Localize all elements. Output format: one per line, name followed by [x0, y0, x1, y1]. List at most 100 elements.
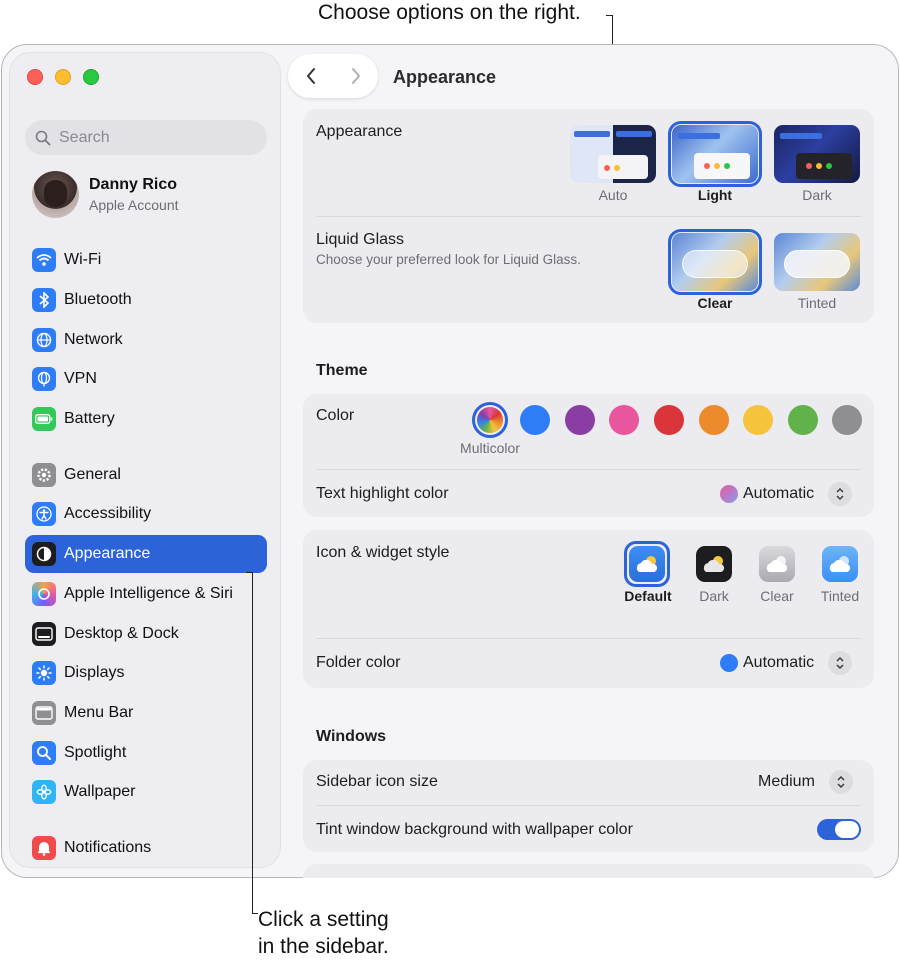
- swatch-yellow[interactable]: [743, 405, 773, 435]
- sidebar-item-menu-bar[interactable]: Menu Bar: [25, 694, 267, 732]
- divider: [316, 469, 861, 470]
- account-name: Danny Rico: [89, 176, 178, 193]
- sidebar-item-label: Wallpaper: [64, 783, 136, 800]
- sidebar-item-battery[interactable]: Battery: [25, 400, 267, 438]
- sidebar-item-label: Accessibility: [64, 505, 152, 522]
- swatch-orange[interactable]: [699, 405, 729, 435]
- text-highlight-value: Automatic: [743, 485, 815, 502]
- gear-icon: [32, 463, 56, 487]
- wifi-icon: [32, 248, 56, 272]
- battery-icon: [32, 407, 56, 431]
- sidebar-icon-size-value: Medium: [758, 773, 815, 790]
- sidebar-item-vpn[interactable]: VPN: [25, 360, 267, 398]
- windows-heading: Windows: [316, 728, 387, 745]
- sun-icon: [32, 661, 56, 685]
- appearance-light-thumb[interactable]: [668, 121, 762, 187]
- sidebar-item-wifi[interactable]: Wi-Fi: [25, 241, 267, 279]
- folder-color-label: Folder color: [316, 654, 401, 671]
- sidebar-item-general[interactable]: General: [25, 456, 267, 494]
- sidebar-item-label: Appearance: [64, 545, 151, 562]
- search-placeholder: Search: [59, 128, 110, 146]
- folder-color-value: Automatic: [743, 654, 815, 671]
- leader-line-bottom: [252, 572, 253, 914]
- tint-window-label: Tint window background with wallpaper co…: [316, 821, 633, 838]
- sidebar-item-label: General: [64, 466, 121, 483]
- sidebar-item-bluetooth[interactable]: Bluetooth: [25, 281, 267, 319]
- stepper-icon: [828, 482, 853, 506]
- forward-chevron-icon[interactable]: [350, 67, 362, 85]
- glass-clear-thumb[interactable]: [668, 229, 762, 295]
- globe-icon: [32, 328, 56, 352]
- callout-top: Choose options on the right.: [318, 1, 581, 24]
- weather-default-icon: [629, 546, 665, 582]
- appearance-light-caption: Light: [697, 187, 733, 203]
- callout-bottom-line1: Click a setting: [258, 908, 389, 931]
- sidebar-item-desktop-dock[interactable]: Desktop & Dock: [25, 615, 267, 653]
- zoom-button[interactable]: [83, 69, 99, 85]
- swatch-purple[interactable]: [565, 405, 595, 435]
- account-row[interactable]: Danny Rico Apple Account: [32, 171, 179, 218]
- sidebar-item-network[interactable]: Network: [25, 321, 267, 359]
- tint-window-toggle[interactable]: [817, 819, 861, 840]
- sidebar-item-label: Spotlight: [64, 744, 127, 761]
- divider: [316, 805, 861, 806]
- sidebar-item-appearance[interactable]: Appearance: [25, 535, 267, 573]
- sidebar-item-label: Network: [64, 331, 123, 348]
- menubar-icon: [32, 701, 56, 725]
- swatch-green[interactable]: [788, 405, 818, 435]
- sidebar: Search Danny Rico Apple Account Wi-Fi Bl…: [10, 53, 280, 867]
- accessibility-icon: [32, 502, 56, 526]
- bluetooth-icon: [32, 288, 56, 312]
- swatch-multicolor[interactable]: [472, 402, 508, 438]
- appearance-auto-caption: Auto: [598, 187, 628, 203]
- appearance-auto-thumb[interactable]: [570, 125, 656, 183]
- multicolor-wheel-icon: [477, 407, 503, 433]
- sidebar-item-apple-intelligence[interactable]: Apple Intelligence & Siri: [25, 575, 267, 613]
- search-field[interactable]: Search: [25, 120, 267, 155]
- sidebar-icon-size-label: Sidebar icon size: [316, 773, 438, 790]
- next-card-peek: [303, 864, 874, 878]
- icon-style-default[interactable]: [624, 541, 670, 587]
- liquid-glass-description: Choose your preferred look for Liquid Gl…: [316, 252, 581, 267]
- dock-icon: [32, 622, 56, 646]
- search-icon: [35, 130, 51, 145]
- sidebar-item-spotlight[interactable]: Spotlight: [25, 734, 267, 772]
- flower-icon: [32, 780, 56, 804]
- sidebar-item-label: Wi-Fi: [64, 251, 102, 268]
- sidebar-item-displays[interactable]: Displays: [25, 654, 267, 692]
- sidebar-icon-size-popup[interactable]: Medium: [758, 770, 853, 794]
- swatch-pink[interactable]: [609, 405, 639, 435]
- theme-heading: Theme: [316, 362, 368, 379]
- stepper-icon: [828, 651, 853, 675]
- appearance-icon: [32, 542, 56, 566]
- avatar: [32, 171, 79, 218]
- sidebar-item-label: VPN: [64, 370, 97, 387]
- sidebar-item-label: Notifications: [64, 839, 152, 856]
- icon-style-tinted-caption: Tinted: [820, 588, 860, 604]
- account-subtitle: Apple Account: [89, 197, 179, 213]
- swatch-red[interactable]: [654, 405, 684, 435]
- sidebar-item-label: Apple Intelligence & Siri: [64, 585, 233, 602]
- multicolor-caption: Multicolor: [460, 440, 520, 456]
- callout-bottom: Click a setting in the sidebar.: [258, 906, 389, 960]
- divider: [316, 216, 861, 217]
- color-label: Color: [316, 407, 355, 424]
- back-chevron-icon[interactable]: [305, 67, 317, 85]
- appearance-dark-thumb[interactable]: [774, 125, 860, 183]
- close-button[interactable]: [27, 69, 43, 85]
- sidebar-item-accessibility[interactable]: Accessibility: [25, 495, 267, 533]
- swatch-blue[interactable]: [520, 405, 550, 435]
- sidebar-item-label: Bluetooth: [64, 291, 132, 308]
- sidebar-item-wallpaper[interactable]: Wallpaper: [25, 773, 267, 811]
- weather-clear-icon[interactable]: [759, 546, 795, 582]
- leader-cap-top: [606, 15, 612, 16]
- sidebar-item-notifications[interactable]: Notifications: [25, 829, 267, 867]
- folder-color-popup[interactable]: Automatic: [720, 651, 853, 675]
- glass-tinted-thumb[interactable]: [774, 233, 860, 291]
- swatch-graphite[interactable]: [832, 405, 862, 435]
- bell-icon: [32, 836, 56, 860]
- weather-dark-icon[interactable]: [696, 546, 732, 582]
- text-highlight-popup[interactable]: Automatic: [720, 482, 853, 506]
- weather-tinted-icon[interactable]: [822, 546, 858, 582]
- minimize-button[interactable]: [55, 69, 71, 85]
